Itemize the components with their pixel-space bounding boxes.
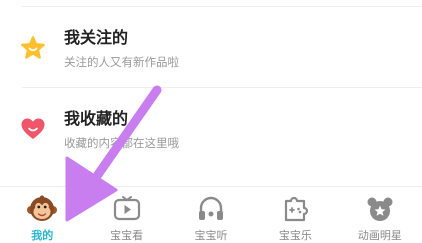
list-item-favorites[interactable]: 我收藏的 收藏的内容都在这里哦 [0, 88, 422, 168]
heart-icon [21, 118, 45, 139]
star-icon [21, 36, 45, 59]
tab-mine-label: 我的 [31, 229, 54, 242]
favorites-subtitle: 收藏的内容都在这里哦 [64, 136, 179, 150]
tab-baby-watch[interactable]: 宝宝看 [84, 187, 168, 243]
bottom-tab-bar: 我的 宝宝看 宝宝听 宝宝乐 动画明星 [0, 186, 422, 243]
tab-baby-listen[interactable]: 宝宝听 [169, 187, 253, 243]
tab-cartoon-stars-label: 动画明星 [357, 229, 402, 242]
tab-mine[interactable]: 我的 [0, 187, 84, 243]
tab-baby-fun[interactable]: 宝宝乐 [253, 187, 337, 243]
following-title: 我关注的 [64, 28, 129, 47]
monkey-avatar-icon [27, 195, 58, 221]
tab-baby-fun-label: 宝宝乐 [278, 229, 312, 242]
headphones-icon [199, 196, 224, 220]
tab-baby-listen-label: 宝宝听 [194, 229, 228, 242]
video-play-icon [113, 196, 140, 221]
favorites-title: 我收藏的 [64, 109, 129, 128]
puzzle-game-icon [285, 196, 309, 222]
bear-head-icon [367, 197, 393, 221]
tab-baby-watch-label: 宝宝看 [110, 229, 144, 242]
tab-cartoon-stars[interactable]: 动画明星 [338, 187, 422, 243]
list-item-following[interactable]: 我关注的 关注的人又有新作品啦 [0, 7, 422, 87]
following-subtitle: 关注的人又有新作品啦 [64, 55, 179, 69]
